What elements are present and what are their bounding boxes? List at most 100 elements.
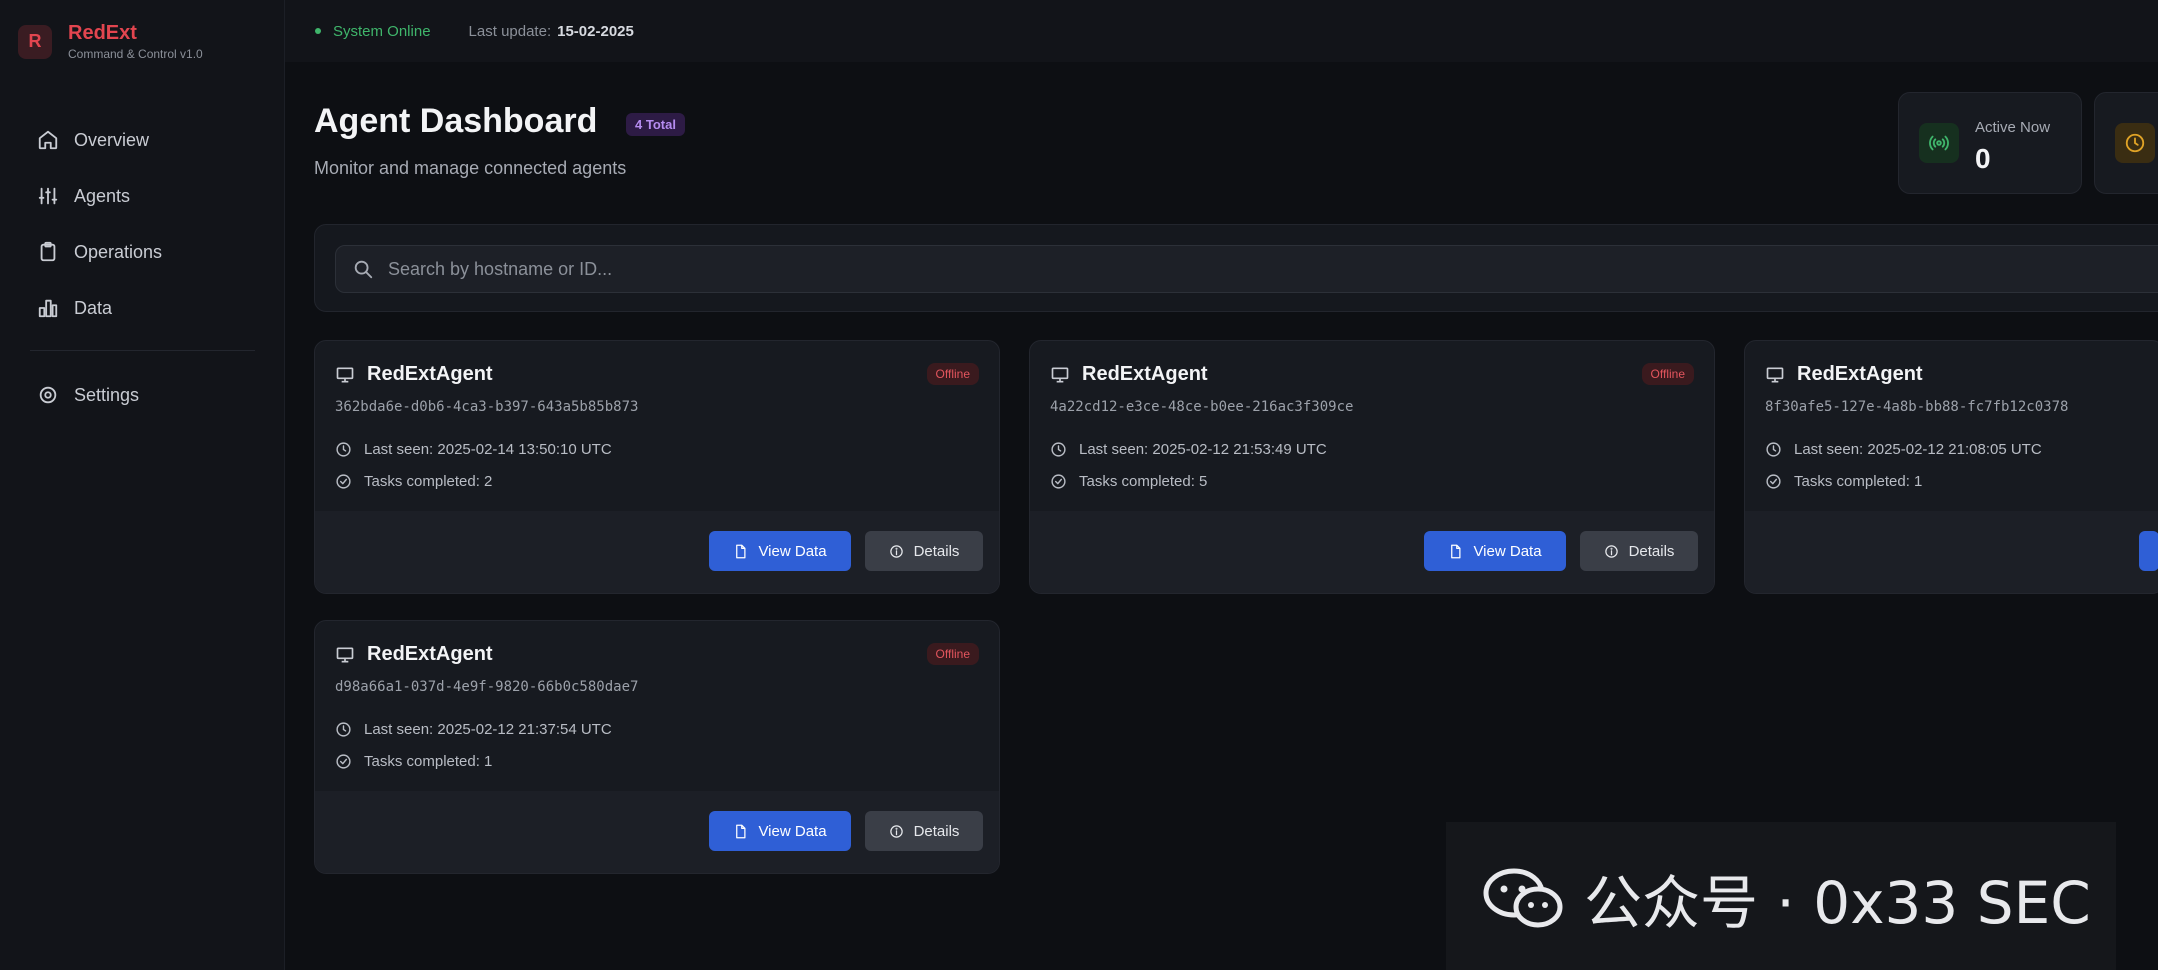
stat-label: Active Now xyxy=(1975,119,2051,136)
clock-icon xyxy=(336,442,351,457)
agent-id: d98a66a1-037d-4e9f-9820-66b0c580dae7 xyxy=(335,679,639,695)
last-update: Last update: 15-02-2025 xyxy=(469,23,634,40)
bar-chart-icon xyxy=(36,296,60,320)
sidebar-item-label: Agents xyxy=(74,185,131,206)
stat-value: 0 xyxy=(1975,143,1991,174)
app-root: R RedExt Command & Control v1.0 Overview… xyxy=(0,0,2158,970)
system-status: System Online xyxy=(315,23,431,40)
clock-icon xyxy=(336,722,351,737)
brand-subtitle: Command & Control v1.0 xyxy=(68,47,203,61)
page-title: Agent Dashboard xyxy=(314,102,598,140)
tasks-text: Tasks completed: 1 xyxy=(1794,473,1923,490)
sidebar-item-settings[interactable]: Settings xyxy=(0,367,285,423)
total-badge: 4 Total xyxy=(626,113,685,136)
clock-icon xyxy=(1051,442,1066,457)
search-panel xyxy=(314,224,2158,312)
sidebar-item-label: Data xyxy=(74,297,113,318)
agent-card: RedExtAgent Offline d98a66a1-037d-4e9f-9… xyxy=(314,620,1000,874)
file-icon xyxy=(1451,544,1461,558)
clock-icon xyxy=(1766,442,1781,457)
view-data-button[interactable]: View Data xyxy=(709,531,851,571)
tasks-row: Tasks completed: 1 xyxy=(1765,473,1922,490)
last-seen-text: Last seen: 2025-02-12 21:08:05 UTC xyxy=(1794,441,2042,458)
info-icon xyxy=(1604,544,1618,558)
info-icon xyxy=(889,824,903,838)
topbar: System Online Last update: 15-02-2025 xyxy=(285,0,2158,62)
last-seen-row: Last seen: 2025-02-14 13:50:10 UTC xyxy=(335,441,612,458)
last-seen-row: Last seen: 2025-02-12 21:53:49 UTC xyxy=(1050,441,1327,458)
agent-id: 8f30afe5-127e-4a8b-bb88-fc7fb12c0378 xyxy=(1765,399,2069,415)
file-icon xyxy=(736,544,746,558)
brand: R RedExt Command & Control v1.0 xyxy=(18,22,203,61)
monitor-icon xyxy=(336,367,354,382)
sidebar-item-label: Settings xyxy=(74,384,140,405)
agent-card: RedExtAgent Offline 362bda6e-d0b6-4ca3-b… xyxy=(314,340,1000,594)
search-icon xyxy=(354,260,373,279)
home-icon xyxy=(36,128,60,152)
card-footer: View Data Details xyxy=(1030,511,1714,593)
view-data-button[interactable] xyxy=(2139,531,2158,571)
last-seen-text: Last seen: 2025-02-12 21:37:54 UTC xyxy=(364,721,612,738)
check-circle-icon xyxy=(336,474,351,489)
status-badge: Offline xyxy=(926,643,979,665)
system-status-text: System Online xyxy=(333,22,431,40)
tasks-row: Tasks completed: 5 xyxy=(1050,473,1207,490)
check-circle-icon xyxy=(1766,474,1781,489)
agent-id: 4a22cd12-e3ce-48ce-b0ee-216ac3f309ce xyxy=(1050,399,1354,415)
view-data-button[interactable]: View Data xyxy=(709,811,851,851)
sidebar-divider xyxy=(30,350,255,351)
info-icon xyxy=(889,544,903,558)
button-label: View Data xyxy=(758,822,827,840)
monitor-icon xyxy=(1766,367,1784,382)
monitor-icon xyxy=(336,647,354,662)
button-label: Details xyxy=(913,542,960,560)
agent-card: RedExtAgent 8f30afe5-127e-4a8b-bb88-fc7f… xyxy=(1744,340,2158,594)
tasks-text: Tasks completed: 1 xyxy=(364,753,493,770)
check-circle-icon xyxy=(336,754,351,769)
stat-card-active: Active Now 0 xyxy=(1898,92,2082,194)
card-footer: View Data Details xyxy=(315,791,999,873)
last-update-label: Last update: xyxy=(468,22,552,40)
last-update-value: 15-02-2025 xyxy=(557,22,634,40)
details-button[interactable]: Details xyxy=(865,531,983,571)
sidebar-item-label: Overview xyxy=(74,129,150,150)
status-badge: Offline xyxy=(1641,363,1694,385)
search-input[interactable] xyxy=(388,258,1888,280)
button-label: View Data xyxy=(758,542,827,560)
sidebar: R RedExt Command & Control v1.0 Overview… xyxy=(0,0,285,970)
tasks-text: Tasks completed: 5 xyxy=(1079,473,1208,490)
details-button[interactable]: Details xyxy=(1580,531,1698,571)
agent-card: RedExtAgent Offline 4a22cd12-e3ce-48ce-b… xyxy=(1029,340,1715,594)
tasks-row: Tasks completed: 2 xyxy=(335,473,492,490)
sidebar-item-label: Operations xyxy=(74,241,163,262)
agent-id: 362bda6e-d0b6-4ca3-b397-643a5b85b873 xyxy=(335,399,639,415)
last-seen-row: Last seen: 2025-02-12 21:08:05 UTC xyxy=(1765,441,2042,458)
status-badge: Offline xyxy=(926,363,979,385)
view-data-button[interactable]: View Data xyxy=(1424,531,1566,571)
agent-name: RedExtAgent xyxy=(1797,363,1923,385)
details-button[interactable]: Details xyxy=(865,811,983,851)
agent-name: RedExtAgent xyxy=(367,643,493,665)
brand-name: RedExt xyxy=(68,22,137,44)
wechat-icon xyxy=(1483,868,1563,928)
sidebar-item-agents[interactable]: Agents xyxy=(0,168,285,224)
tasks-row: Tasks completed: 1 xyxy=(335,753,492,770)
sidebar-item-data[interactable]: Data xyxy=(0,280,285,336)
card-footer: View Data Details xyxy=(315,511,999,593)
page-subtitle: Monitor and manage connected agents xyxy=(314,158,627,178)
agent-name: RedExtAgent xyxy=(367,363,493,385)
check-circle-icon xyxy=(1051,474,1066,489)
button-label: Details xyxy=(913,822,960,840)
button-label: View Data xyxy=(1473,542,1542,560)
button-label: Details xyxy=(1628,542,1675,560)
sliders-icon xyxy=(36,184,60,208)
sidebar-item-overview[interactable]: Overview xyxy=(0,112,285,168)
last-seen-row: Last seen: 2025-02-12 21:37:54 UTC xyxy=(335,721,612,738)
sidebar-nav: Overview Agents Operations Data Settings xyxy=(0,112,285,423)
card-footer xyxy=(1745,511,2158,593)
broadcast-icon xyxy=(1919,123,1959,163)
search-box xyxy=(335,245,2158,293)
sidebar-item-operations[interactable]: Operations xyxy=(0,224,285,280)
status-dot-icon xyxy=(315,28,321,34)
stat-card-second xyxy=(2094,92,2158,194)
